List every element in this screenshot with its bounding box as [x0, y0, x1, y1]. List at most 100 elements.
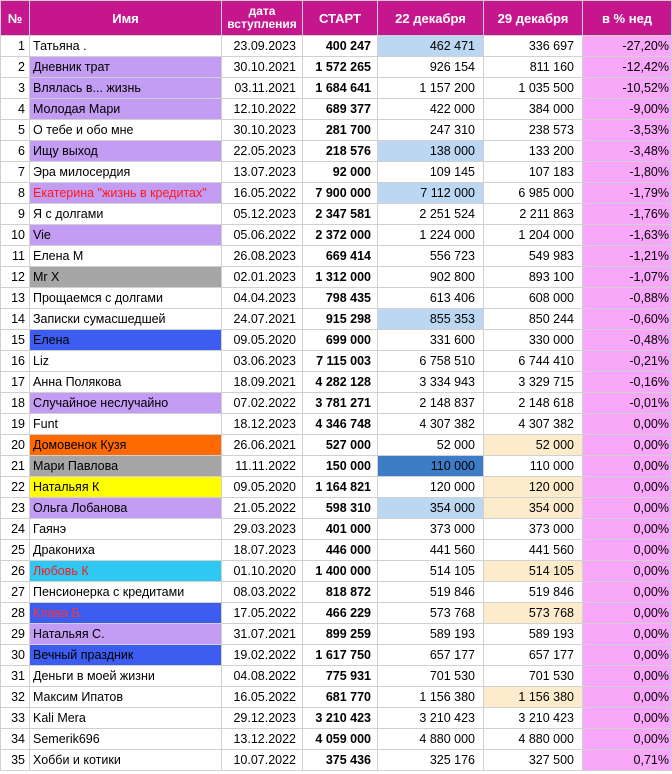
week2-amount[interactable]: 657 177	[483, 644, 583, 666]
week1-amount[interactable]: 109 145	[377, 161, 484, 183]
week1-amount[interactable]: 1 224 000	[377, 224, 484, 246]
join-date[interactable]: 22.05.2023	[221, 140, 303, 162]
row-number[interactable]: 5	[0, 119, 30, 141]
row-number[interactable]: 22	[0, 476, 30, 498]
start-amount[interactable]: 669 414	[302, 245, 378, 267]
week1-amount[interactable]: 6 758 510	[377, 350, 484, 372]
participant-name[interactable]: Деньги в моей жизни	[29, 665, 222, 687]
weekly-percent[interactable]: -0,01%	[582, 392, 672, 414]
row-number[interactable]: 13	[0, 287, 30, 309]
start-amount[interactable]: 899 259	[302, 623, 378, 645]
weekly-percent[interactable]: 0,00%	[582, 476, 672, 498]
weekly-percent[interactable]: -1,21%	[582, 245, 672, 267]
week2-amount[interactable]: 6 744 410	[483, 350, 583, 372]
week1-amount[interactable]: 7 112 000	[377, 182, 484, 204]
weekly-percent[interactable]: 0,00%	[582, 455, 672, 477]
join-date[interactable]: 04.04.2023	[221, 287, 303, 309]
start-amount[interactable]: 92 000	[302, 161, 378, 183]
week2-amount[interactable]: 133 200	[483, 140, 583, 162]
week2-amount[interactable]: 373 000	[483, 518, 583, 540]
week2-amount[interactable]: 3 210 423	[483, 707, 583, 729]
start-amount[interactable]: 7 900 000	[302, 182, 378, 204]
participant-name[interactable]: Елена М	[29, 245, 222, 267]
week1-amount[interactable]: 2 251 524	[377, 203, 484, 225]
week2-amount[interactable]: 514 105	[483, 560, 583, 582]
join-date[interactable]: 03.11.2021	[221, 77, 303, 99]
week1-amount[interactable]: 589 193	[377, 623, 484, 645]
start-amount[interactable]: 689 377	[302, 98, 378, 120]
join-date[interactable]: 09.05.2020	[221, 329, 303, 351]
participant-name[interactable]: Хобби и котики	[29, 749, 222, 771]
weekly-percent[interactable]: -0,21%	[582, 350, 672, 372]
week1-amount[interactable]: 1 156 380	[377, 686, 484, 708]
start-amount[interactable]: 2 347 581	[302, 203, 378, 225]
start-amount[interactable]: 446 000	[302, 539, 378, 561]
row-number[interactable]: 8	[0, 182, 30, 204]
start-amount[interactable]: 150 000	[302, 455, 378, 477]
join-date[interactable]: 30.10.2023	[221, 119, 303, 141]
join-date[interactable]: 21.05.2022	[221, 497, 303, 519]
row-number[interactable]: 1	[0, 35, 30, 57]
week1-amount[interactable]: 519 846	[377, 581, 484, 603]
week2-amount[interactable]: 701 530	[483, 665, 583, 687]
weekly-percent[interactable]: 0,00%	[582, 602, 672, 624]
weekly-percent[interactable]: -3,53%	[582, 119, 672, 141]
weekly-percent[interactable]: -1,80%	[582, 161, 672, 183]
weekly-percent[interactable]: 0,00%	[582, 560, 672, 582]
col-header-date[interactable]: дата вступления	[221, 0, 303, 36]
week2-amount[interactable]: 3 329 715	[483, 371, 583, 393]
start-amount[interactable]: 375 436	[302, 749, 378, 771]
week1-amount[interactable]: 902 800	[377, 266, 484, 288]
row-number[interactable]: 12	[0, 266, 30, 288]
row-number[interactable]: 3	[0, 77, 30, 99]
week2-amount[interactable]: 1 156 380	[483, 686, 583, 708]
row-number[interactable]: 28	[0, 602, 30, 624]
participant-name[interactable]: Записки сумасшедшей	[29, 308, 222, 330]
week1-amount[interactable]: 331 600	[377, 329, 484, 351]
week2-amount[interactable]: 336 697	[483, 35, 583, 57]
row-number[interactable]: 15	[0, 329, 30, 351]
join-date[interactable]: 16.05.2022	[221, 182, 303, 204]
week2-amount[interactable]: 608 000	[483, 287, 583, 309]
week1-amount[interactable]: 462 471	[377, 35, 484, 57]
week1-amount[interactable]: 613 406	[377, 287, 484, 309]
col-header-week2[interactable]: 29 декабря	[483, 0, 583, 36]
col-header-name[interactable]: Имя	[29, 0, 222, 36]
join-date[interactable]: 10.07.2022	[221, 749, 303, 771]
week2-amount[interactable]: 327 500	[483, 749, 583, 771]
week1-amount[interactable]: 3 334 943	[377, 371, 484, 393]
start-amount[interactable]: 818 872	[302, 581, 378, 603]
row-number[interactable]: 11	[0, 245, 30, 267]
week2-amount[interactable]: 4 307 382	[483, 413, 583, 435]
weekly-percent[interactable]: -0,88%	[582, 287, 672, 309]
week2-amount[interactable]: 330 000	[483, 329, 583, 351]
row-number[interactable]: 9	[0, 203, 30, 225]
week1-amount[interactable]: 573 768	[377, 602, 484, 624]
join-date[interactable]: 19.02.2022	[221, 644, 303, 666]
start-amount[interactable]: 281 700	[302, 119, 378, 141]
week1-amount[interactable]: 514 105	[377, 560, 484, 582]
week1-amount[interactable]: 422 000	[377, 98, 484, 120]
weekly-percent[interactable]: 0,00%	[582, 728, 672, 750]
weekly-percent[interactable]: 0,00%	[582, 644, 672, 666]
week1-amount[interactable]: 2 148 837	[377, 392, 484, 414]
participant-name[interactable]: Прощаемся с долгами	[29, 287, 222, 309]
week1-amount[interactable]: 3 210 423	[377, 707, 484, 729]
week1-amount[interactable]: 441 560	[377, 539, 484, 561]
week2-amount[interactable]: 52 000	[483, 434, 583, 456]
week2-amount[interactable]: 384 000	[483, 98, 583, 120]
weekly-percent[interactable]: -0,60%	[582, 308, 672, 330]
row-number[interactable]: 7	[0, 161, 30, 183]
participant-name[interactable]: Дракониха	[29, 539, 222, 561]
weekly-percent[interactable]: -12,42%	[582, 56, 672, 78]
col-header-pct[interactable]: в % нед	[582, 0, 672, 36]
start-amount[interactable]: 775 931	[302, 665, 378, 687]
week2-amount[interactable]: 441 560	[483, 539, 583, 561]
week2-amount[interactable]: 850 244	[483, 308, 583, 330]
row-number[interactable]: 34	[0, 728, 30, 750]
weekly-percent[interactable]: 0,00%	[582, 581, 672, 603]
start-amount[interactable]: 1 312 000	[302, 266, 378, 288]
participant-name[interactable]: Liz	[29, 350, 222, 372]
week1-amount[interactable]: 138 000	[377, 140, 484, 162]
week1-amount[interactable]: 325 176	[377, 749, 484, 771]
